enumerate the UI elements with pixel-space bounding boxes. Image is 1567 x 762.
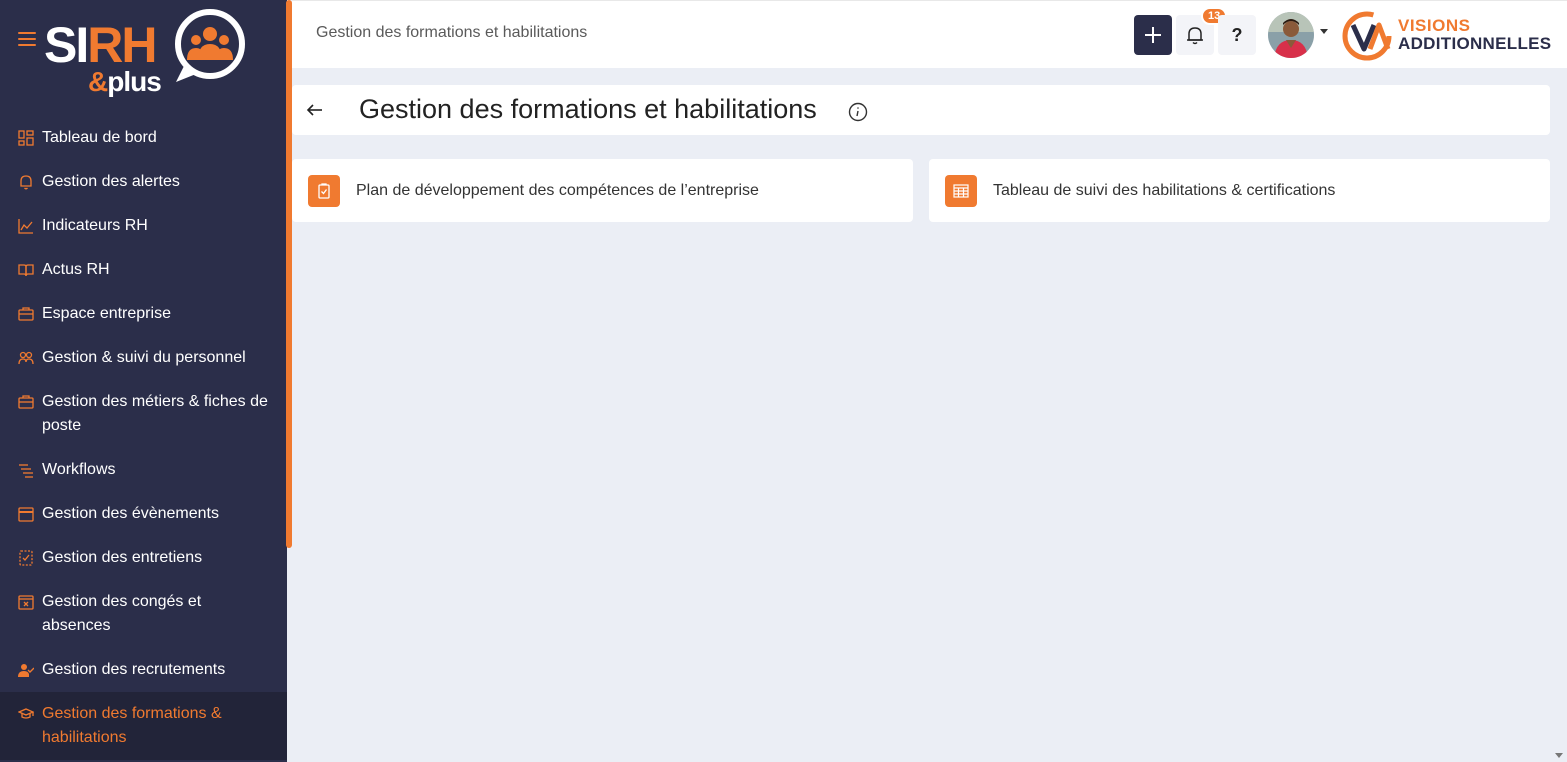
sidebar: SIRH &plus Tableau de bord Gestion des a… xyxy=(0,0,287,762)
page-title: Gestion des formations et habilitations xyxy=(359,94,817,124)
topbar: Gestion des formations et habilitations … xyxy=(292,0,1567,68)
sidebar-item-hr-indicators[interactable]: Indicateurs RH xyxy=(0,204,287,248)
sidebar-item-label: Workflows xyxy=(42,461,116,478)
user-check-icon xyxy=(18,664,34,677)
sidebar-item-label: Actus RH xyxy=(42,261,110,278)
sidebar-item-trainings[interactable]: Gestion des formations & habilitations xyxy=(0,692,287,760)
sidebar-item-interviews[interactable]: Gestion des entretiens xyxy=(0,536,287,580)
workflow-icon xyxy=(19,464,33,478)
avatar-icon xyxy=(1268,12,1314,58)
partner-name-line2: ADDITIONNELLES xyxy=(1398,34,1552,53)
users-icon xyxy=(18,351,34,365)
sidebar-item-label: Gestion des évènements xyxy=(42,505,219,522)
calendar-x-icon xyxy=(18,595,34,610)
sidebar-item-events[interactable]: Gestion des évènements xyxy=(0,492,287,536)
bell-icon xyxy=(1187,27,1203,45)
plus-icon xyxy=(1145,27,1161,43)
logo-people-bubble-icon xyxy=(175,9,245,82)
scroll-down-arrow-icon[interactable] xyxy=(1555,753,1563,758)
card-label: Tableau de suivi des habilitations & cer… xyxy=(993,181,1336,199)
add-button[interactable] xyxy=(1134,15,1172,55)
user-menu-caret-icon[interactable] xyxy=(1320,29,1328,34)
card-certifications-tracking[interactable]: Tableau de suivi des habilitations & cer… xyxy=(929,159,1550,222)
card-icon-wrapper xyxy=(308,174,340,207)
topbar-title: Gestion des formations et habilitations xyxy=(316,24,588,41)
help-button[interactable]: ? xyxy=(1218,15,1256,55)
sidebar-item-label: Espace entreprise xyxy=(42,305,171,322)
card-skills-development-plan[interactable]: Plan de développement des compétences de… xyxy=(292,159,913,222)
app-logo[interactable]: SIRH &plus xyxy=(42,6,252,106)
sidebar-item-staff[interactable]: Gestion & suivi du personnel xyxy=(0,336,287,380)
menu-toggle-icon[interactable] xyxy=(18,32,36,46)
user-avatar[interactable] xyxy=(1268,12,1314,58)
sidebar-scrollbar[interactable] xyxy=(286,0,292,548)
sidebar-nav: Tableau de bord Gestion des alertes Indi… xyxy=(0,116,287,760)
partner-name-line1: VISIONS xyxy=(1398,16,1471,35)
card-icon-wrapper xyxy=(945,174,977,207)
sidebar-item-hr-news[interactable]: Actus RH xyxy=(0,248,287,292)
sidebar-item-label: Gestion des recrutements xyxy=(42,661,226,678)
sidebar-item-label: Gestion des congés et absences xyxy=(42,593,202,634)
page-header: Gestion des formations et habilitations xyxy=(292,85,1550,135)
bell-icon xyxy=(20,175,32,190)
sidebar-item-label: Gestion des alertes xyxy=(42,173,180,190)
va-logo-mark-icon xyxy=(1342,11,1392,61)
sidebar-item-workflows[interactable]: Workflows xyxy=(0,448,287,492)
sidebar-item-recruitment[interactable]: Gestion des recrutements xyxy=(0,648,287,692)
partner-logo: VISIONS ADDITIONNELLES xyxy=(1340,9,1551,63)
back-arrow-icon[interactable] xyxy=(306,101,324,119)
table-icon xyxy=(953,183,969,198)
sidebar-item-label: Indicateurs RH xyxy=(42,217,148,234)
sidebar-item-alerts[interactable]: Gestion des alertes xyxy=(0,160,287,204)
dashboard-icon xyxy=(18,130,34,146)
checklist-icon xyxy=(19,550,33,566)
book-icon xyxy=(18,264,34,277)
sidebar-item-dashboard[interactable]: Tableau de bord xyxy=(0,116,287,160)
page-scrollbar[interactable] xyxy=(1550,0,1565,762)
sidebar-item-jobs[interactable]: Gestion des métiers & fiches de poste xyxy=(0,380,287,448)
sidebar-item-label: Tableau de bord xyxy=(42,129,157,146)
info-icon[interactable] xyxy=(848,102,868,122)
sidebar-item-leaves[interactable]: Gestion des congés et absences xyxy=(0,580,287,648)
card-label: Plan de développement des compétences de… xyxy=(356,181,759,199)
briefcase-icon xyxy=(18,395,34,409)
clipboard-check-icon xyxy=(318,182,330,199)
graduation-cap-icon xyxy=(18,708,34,719)
sidebar-item-company-space[interactable]: Espace entreprise xyxy=(0,292,287,336)
sidebar-item-label: Gestion des métiers & fiches de poste xyxy=(42,393,268,434)
calendar-icon xyxy=(18,507,34,522)
line-chart-icon xyxy=(18,219,33,234)
sidebar-item-label: Gestion & suivi du personnel xyxy=(42,349,246,366)
sidebar-item-label: Gestion des entretiens xyxy=(42,549,203,566)
sidebar-item-label: Gestion des formations & habilitations xyxy=(42,705,222,746)
briefcase-icon xyxy=(18,307,34,321)
